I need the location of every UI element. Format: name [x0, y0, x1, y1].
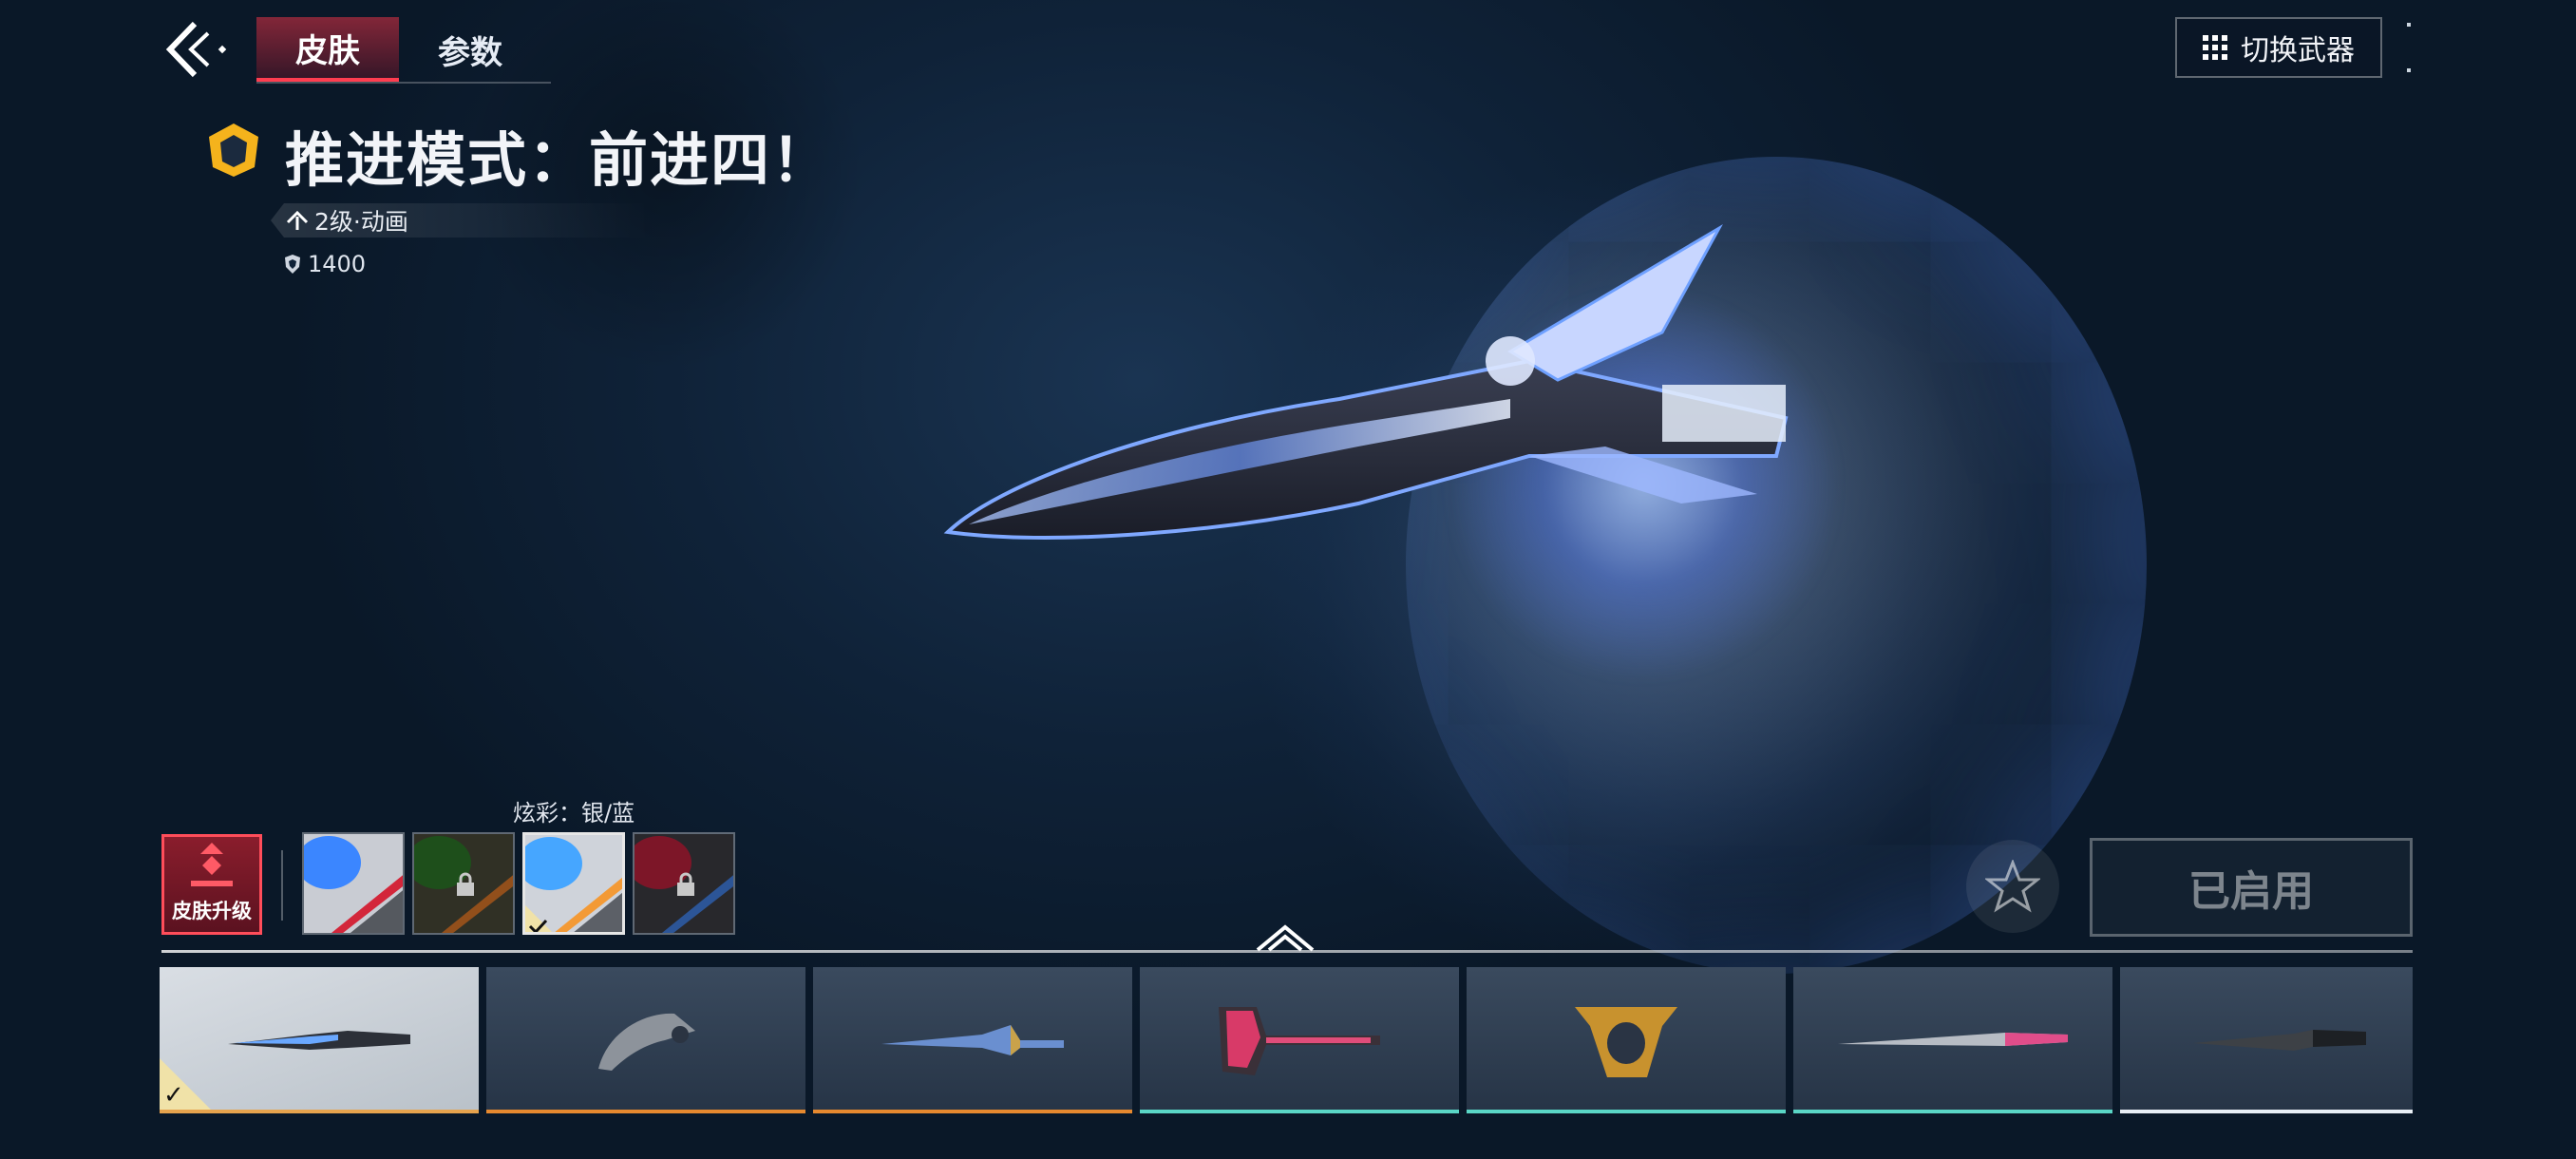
level-up-icon [286, 210, 309, 230]
weapon-card-dagger-blue[interactable] [813, 967, 1132, 1113]
lock-icon [457, 872, 474, 896]
rarity-bar [1793, 1110, 2112, 1113]
corner-marker-top [2407, 23, 2411, 27]
tab-skin[interactable]: 皮肤 [256, 17, 399, 82]
price-value: 1400 [308, 251, 367, 277]
variant-swatch-blue-red[interactable] [302, 832, 405, 935]
switch-weapon-button[interactable]: 切换武器 [2175, 17, 2382, 78]
rank-badge-icon [209, 124, 258, 177]
variant-swatch-art [525, 835, 622, 932]
skin-upgrade-button[interactable]: 皮肤升级 [161, 834, 262, 935]
favorite-button[interactable] [1966, 840, 2059, 933]
skin-title: 推进模式：前进四！ [285, 125, 833, 195]
equipped-button[interactable]: 已启用 [2090, 838, 2413, 937]
variant-swatch-green-orange[interactable] [412, 832, 515, 935]
weapon-sword-icon [1838, 1033, 2068, 1046]
weapon-card-axe-pink[interactable] [1140, 967, 1459, 1113]
rarity-bar [2120, 1110, 2413, 1113]
weapon-card-knife-1[interactable]: ✓ [160, 967, 479, 1113]
weapon-knuckle-icon [1575, 1007, 1677, 1077]
level-tag: 2级·动画 [271, 203, 651, 238]
skin-price: 1400 [283, 251, 366, 277]
rarity-bar [486, 1110, 805, 1113]
rarity-bar [813, 1110, 1132, 1113]
weapon-card-sword-long[interactable] [1793, 967, 2112, 1113]
tab-bar: 皮肤 参数 [256, 17, 551, 84]
variant-label: 炫彩：银/蓝 [513, 800, 635, 826]
weapon-card-combat-knife[interactable] [2120, 967, 2413, 1113]
weapon-combat-knife-icon [2193, 1030, 2366, 1051]
corner-marker-bottom [2407, 68, 2411, 72]
grid-icon [2203, 35, 2227, 60]
switch-weapon-label: 切换武器 [2241, 34, 2355, 67]
variant-swatch-red-blue[interactable] [633, 832, 735, 935]
weapon-card-karambit[interactable] [486, 967, 805, 1113]
tab-params[interactable]: 参数 [399, 17, 541, 82]
weapon-axe-icon [1219, 1007, 1380, 1075]
variant-swatch-silver-blue[interactable] [522, 832, 625, 935]
knife-preview[interactable] [940, 218, 1814, 580]
back-button[interactable] [152, 11, 237, 87]
variant-divider [281, 850, 283, 921]
rarity-bar [160, 1110, 479, 1113]
level-tag-label: 2级·动画 [314, 208, 408, 236]
upgrade-arrows-icon [191, 843, 233, 886]
star-icon [1985, 860, 2040, 913]
weapon-karambit-icon [598, 1013, 695, 1071]
rarity-bar [1140, 1110, 1459, 1113]
weapon-carousel: ✓ [160, 967, 2413, 1115]
weapon-card-knuckle-gold[interactable] [1467, 967, 1786, 1113]
expand-up-icon[interactable] [1252, 922, 1318, 954]
skin-upgrade-label: 皮肤升级 [172, 900, 252, 922]
check-icon: ✓ [163, 1081, 184, 1110]
variant-swatch-art [304, 834, 403, 933]
lock-icon [677, 872, 694, 896]
currency-shield-icon [285, 255, 300, 274]
weapon-knife-1-icon [228, 1031, 410, 1050]
back-arrow-icon [165, 21, 227, 78]
rarity-bar [1467, 1110, 1786, 1113]
weapon-dagger-icon [881, 1025, 1064, 1055]
